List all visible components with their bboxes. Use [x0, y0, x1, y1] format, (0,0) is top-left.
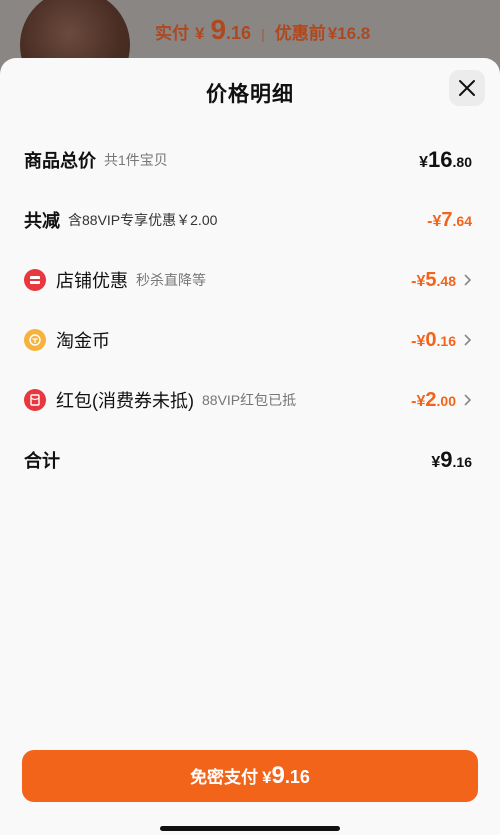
- close-button[interactable]: [449, 70, 485, 106]
- pay-button-int: 9: [271, 762, 285, 789]
- pay-button[interactable]: 免密支付 ¥ 9 .16: [22, 750, 478, 802]
- pay-button-yen: ¥: [262, 768, 272, 787]
- shop-discount-amount: -¥ 5 .48: [411, 269, 456, 292]
- goods-total-note: 共1件宝贝: [104, 152, 168, 168]
- red-packet-dec: .00: [436, 392, 456, 409]
- goods-total-label: 商品总价: [24, 151, 96, 171]
- paid-price-dec: .16: [226, 23, 252, 43]
- row-goods-total: 商品总价 共1件宝贝 ¥ 16 .80: [0, 140, 500, 180]
- red-packet-yen: -¥: [411, 392, 426, 410]
- red-packet-note: 88VIP红包已抵: [202, 392, 297, 408]
- goods-total-int: 16: [428, 147, 453, 172]
- paid-label: 实付: [155, 24, 189, 43]
- goods-total-dec: .80: [452, 154, 472, 170]
- taojinbi-amount: -¥ 0 .16: [411, 329, 456, 352]
- goods-total-amount: ¥ 16 .80: [419, 147, 472, 173]
- shop-discount-yen: -¥: [411, 272, 426, 290]
- goods-total-yen: ¥: [419, 154, 429, 171]
- sheet-title: 价格明细: [206, 83, 294, 106]
- row-total-reduction: 共减 含88VIP专享优惠￥2.00 -¥ 7 .64: [0, 200, 500, 240]
- taojinbi-dec: .16: [436, 332, 456, 349]
- sum-dec: .16: [452, 454, 472, 470]
- row-sum: 合计 ¥ 9 .16: [0, 440, 500, 480]
- home-indicator[interactable]: [160, 826, 340, 831]
- sum-label: 合计: [24, 451, 60, 471]
- price-separator: |: [261, 26, 265, 42]
- coin-icon: [24, 329, 46, 351]
- taojinbi-yen: -¥: [411, 332, 426, 350]
- shop-discount-label: 店铺优惠: [56, 271, 128, 291]
- paid-price-int: 9: [210, 14, 227, 45]
- orig-label: 优惠前: [274, 24, 326, 43]
- shop-discount-dec: .48: [436, 272, 456, 289]
- shop-discount-int: 5: [425, 268, 437, 291]
- reduction-note: 含88VIP专享优惠￥2.00: [68, 212, 218, 228]
- chevron-right-icon: [464, 394, 472, 406]
- sum-amount: ¥ 9 .16: [431, 447, 472, 473]
- red-packet-icon: [24, 389, 46, 411]
- reduction-label: 共减: [24, 211, 60, 231]
- row-red-packet[interactable]: 红包(消费券未抵) 88VIP红包已抵 -¥ 2 .00: [0, 380, 500, 420]
- red-packet-int: 2: [425, 388, 437, 411]
- red-packet-amount: -¥ 2 .00: [411, 389, 456, 412]
- paid-currency: ¥: [195, 24, 205, 43]
- background-price-summary: 实付 ¥ 9.16 | 优惠前 ¥16.8: [155, 14, 370, 48]
- close-icon: [459, 80, 475, 96]
- orig-price: ¥16.8: [327, 24, 371, 43]
- sum-int: 9: [440, 447, 453, 472]
- taojinbi-label: 淘金币: [56, 331, 110, 351]
- shop-discount-note: 秒杀直降等: [136, 272, 206, 288]
- row-shop-discount[interactable]: 店铺优惠 秒杀直降等 -¥ 5 .48: [0, 260, 500, 300]
- chevron-right-icon: [464, 274, 472, 286]
- red-packet-label: 红包(消费券未抵): [56, 391, 194, 411]
- pay-button-label: 免密支付: [190, 768, 259, 787]
- reduction-dec: .64: [452, 212, 472, 229]
- pay-button-dec: .16: [284, 767, 310, 787]
- shop-discount-icon: [24, 269, 46, 291]
- row-taojinbi[interactable]: 淘金币 -¥ 0 .16: [0, 320, 500, 360]
- sum-yen: ¥: [431, 454, 441, 471]
- price-detail-sheet: 价格明细 商品总价 共1件宝贝 ¥ 16 .80 共减 含88VIP专享优惠￥2…: [0, 58, 500, 835]
- reduction-int: 7: [441, 208, 453, 231]
- chevron-right-icon: [464, 334, 472, 346]
- taojinbi-int: 0: [425, 328, 437, 351]
- reduction-amount: -¥ 7 .64: [427, 209, 472, 232]
- reduction-yen: -¥: [427, 212, 442, 230]
